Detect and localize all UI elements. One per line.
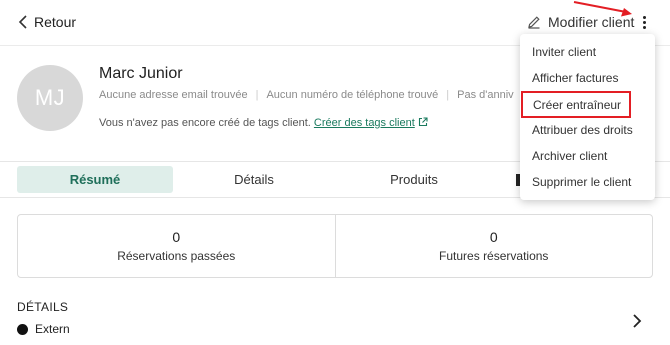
stat-future-bookings: 0 Futures réservations bbox=[334, 215, 653, 277]
menu-item-delete-client[interactable]: Supprimer le client bbox=[520, 169, 655, 195]
create-tags-link[interactable]: Créer des tags client bbox=[314, 117, 428, 129]
tab-resume[interactable]: Résumé bbox=[17, 166, 173, 193]
tab-details[interactable]: Détails bbox=[176, 166, 332, 193]
stat-label: Futures réservations bbox=[439, 249, 549, 263]
detail-item-label: Extern bbox=[35, 322, 70, 336]
back-button[interactable]: Retour bbox=[18, 11, 76, 33]
birthday-info: Pas d'anniv bbox=[457, 89, 514, 101]
menu-item-show-invoices[interactable]: Afficher factures bbox=[520, 65, 655, 91]
meta-divider: | bbox=[255, 89, 259, 101]
phone-info: Aucun numéro de téléphone trouvé bbox=[266, 89, 439, 101]
chevron-left-icon bbox=[18, 15, 27, 29]
avatar-initials: MJ bbox=[34, 85, 66, 110]
edit-client-button[interactable]: Modifier client bbox=[527, 11, 634, 33]
edit-client-label: Modifier client bbox=[548, 14, 635, 30]
client-meta: Aucune adresse email trouvée | Aucun num… bbox=[99, 89, 514, 101]
client-name: Marc Junior bbox=[99, 65, 183, 82]
stat-past-bookings: 0 Réservations passées bbox=[18, 215, 335, 277]
stat-value: 0 bbox=[489, 229, 498, 245]
details-heading: DÉTAILS bbox=[17, 300, 69, 314]
stats-box: 0 Réservations passées 0 Futures réserva… bbox=[17, 214, 653, 278]
detail-item[interactable]: Extern bbox=[17, 321, 70, 337]
chevron-right-icon[interactable] bbox=[632, 313, 642, 329]
menu-item-invite-client[interactable]: Inviter client bbox=[520, 39, 655, 65]
menu-item-archive-client[interactable]: Archiver client bbox=[520, 143, 655, 169]
back-label: Retour bbox=[34, 14, 77, 30]
options-menu: Inviter client Afficher factures Créer e… bbox=[520, 34, 655, 200]
pencil-icon bbox=[528, 16, 540, 29]
tab-products[interactable]: Produits bbox=[336, 166, 492, 193]
menu-item-assign-rights[interactable]: Attribuer des droits bbox=[520, 117, 655, 143]
external-link-icon bbox=[418, 117, 428, 127]
stat-label: Réservations passées bbox=[117, 249, 236, 263]
menu-item-create-trainer[interactable]: Créer entraîneur bbox=[521, 91, 631, 118]
create-tags-label: Créer des tags client bbox=[313, 117, 415, 129]
meta-divider: | bbox=[446, 89, 450, 101]
email-info: Aucune adresse email trouvée bbox=[99, 89, 248, 101]
tags-line: Vous n'avez pas encore créé de tags clie… bbox=[99, 117, 428, 129]
stat-value: 0 bbox=[172, 229, 181, 245]
more-options-icon[interactable] bbox=[636, 11, 652, 33]
tags-text: Vous n'avez pas encore créé de tags clie… bbox=[99, 117, 311, 129]
status-dot-icon bbox=[17, 323, 28, 335]
avatar: MJ bbox=[17, 65, 83, 131]
